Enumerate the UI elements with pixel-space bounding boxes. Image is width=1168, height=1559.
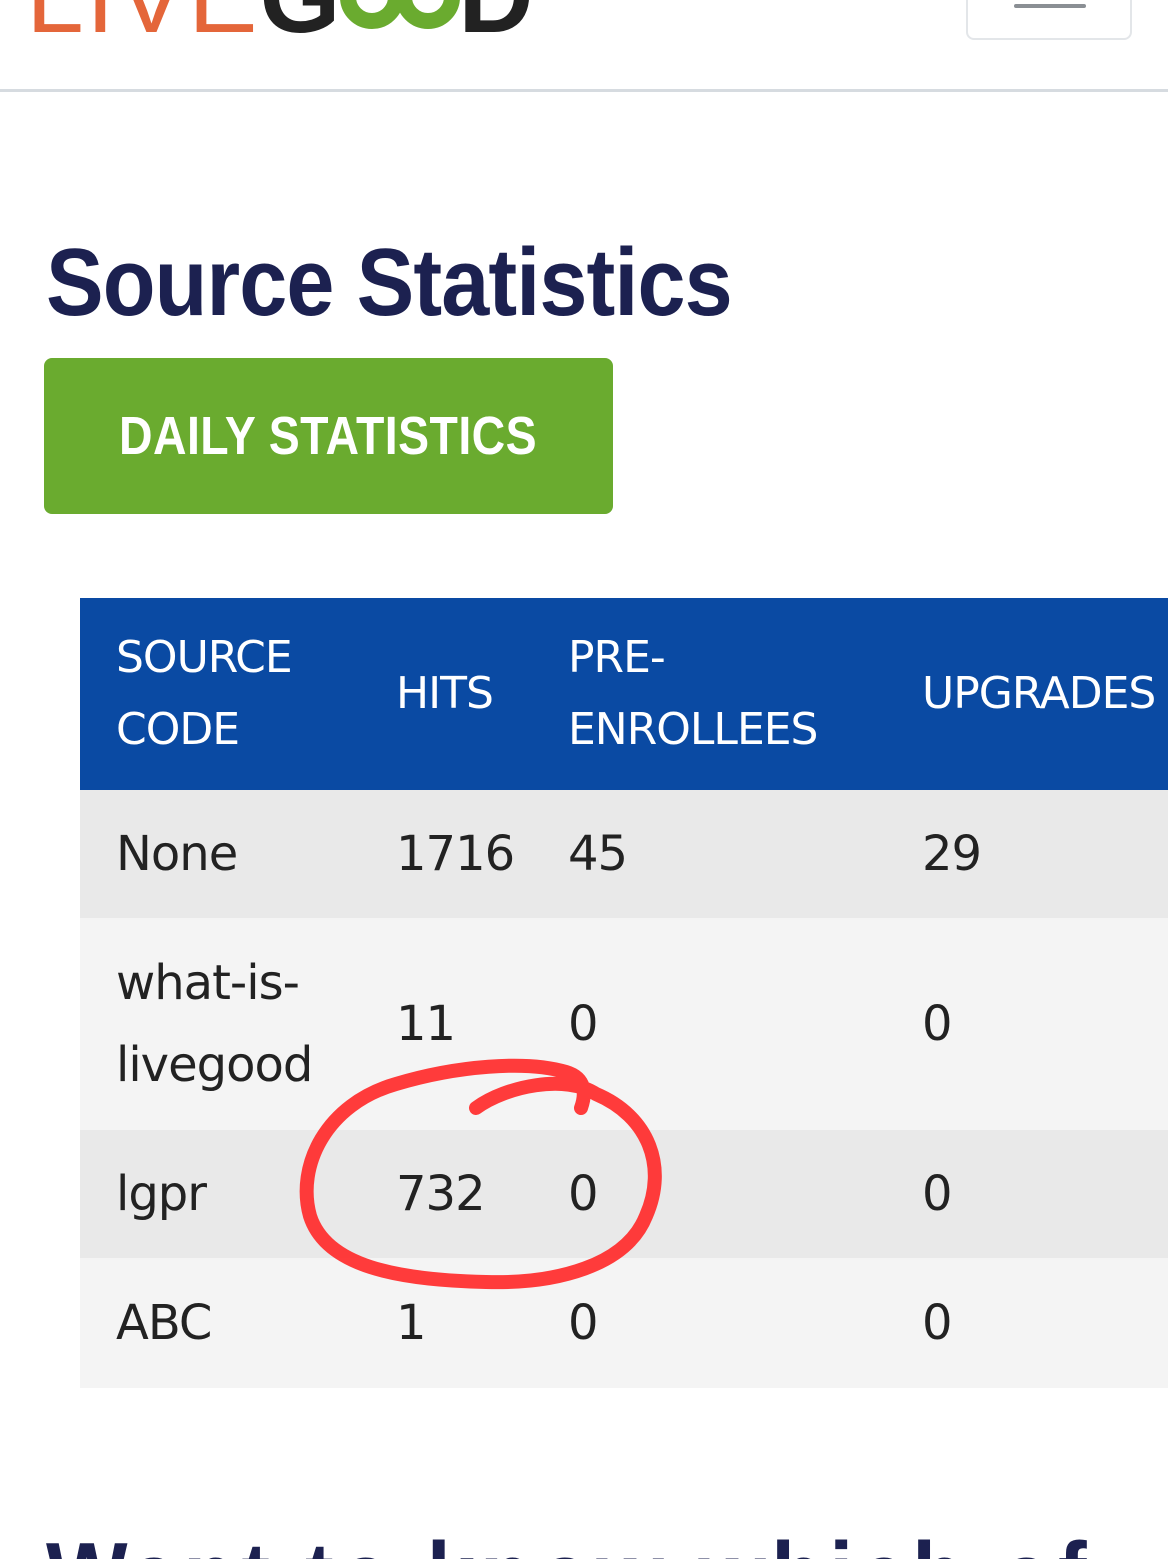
hamburger-menu-icon (1014, 4, 1086, 8)
daily-statistics-button[interactable]: DAILY STATISTICS (44, 358, 613, 514)
table-row: lgpr 732 0 0 (80, 1130, 1168, 1258)
page-title: Source Statistics (46, 229, 733, 336)
page: LIVEGD Source Statistics DAILY STATISTIC… (0, 0, 1168, 1559)
table-row: what-is-livegood 11 0 0 (80, 918, 1168, 1130)
table-header-row: SOURCE CODE HITS PRE- ENROLLEES UPGRADES (80, 598, 1168, 790)
column-header-hits[interactable]: HITS (358, 598, 534, 790)
site-header: LIVEGD (0, 0, 1168, 92)
cell-hits: 1716 (396, 826, 515, 882)
cell-pre-enrollees: 0 (568, 996, 599, 1052)
daily-statistics-button-label: DAILY STATISTICS (119, 406, 538, 466)
cell-source-code: lgpr (116, 1166, 207, 1222)
source-statistics-table-container[interactable]: SOURCE CODE HITS PRE- ENROLLEES UPGRADES N… (80, 598, 1168, 1388)
cell-pre-enrollees: 45 (568, 826, 628, 882)
menu-button[interactable] (966, 0, 1132, 40)
cell-hits: 1 (396, 1295, 427, 1351)
cell-upgrades: 0 (922, 1295, 953, 1351)
column-header-upgrades[interactable]: UPGRADES (886, 598, 1168, 790)
cell-source-code: ABC (116, 1295, 212, 1351)
cell-hits: 11 (396, 996, 456, 1052)
table-row: ABC 1 0 0 (80, 1258, 1168, 1388)
cell-pre-enrollees: 0 (568, 1166, 599, 1222)
cell-source-code: what-is-livegood (116, 955, 313, 1093)
next-section-heading: Want to know which of (46, 1522, 1092, 1559)
column-header-pre-enrollees[interactable]: PRE- ENROLLEES (534, 598, 886, 790)
logo-rings-icon (340, 0, 461, 29)
cell-upgrades: 0 (922, 1166, 953, 1222)
cell-pre-enrollees: 0 (568, 1295, 599, 1351)
cell-upgrades: 29 (922, 826, 982, 882)
column-header-source-code[interactable]: SOURCE CODE (80, 598, 358, 790)
livegood-logo[interactable]: LIVEGD (26, 0, 535, 49)
table-row: None 1716 45 29 (80, 790, 1168, 918)
cell-hits: 732 (396, 1166, 486, 1222)
cell-upgrades: 0 (922, 996, 953, 1052)
cell-source-code: None (116, 826, 238, 882)
source-statistics-table: SOURCE CODE HITS PRE- ENROLLEES UPGRADES N… (80, 598, 1168, 1388)
